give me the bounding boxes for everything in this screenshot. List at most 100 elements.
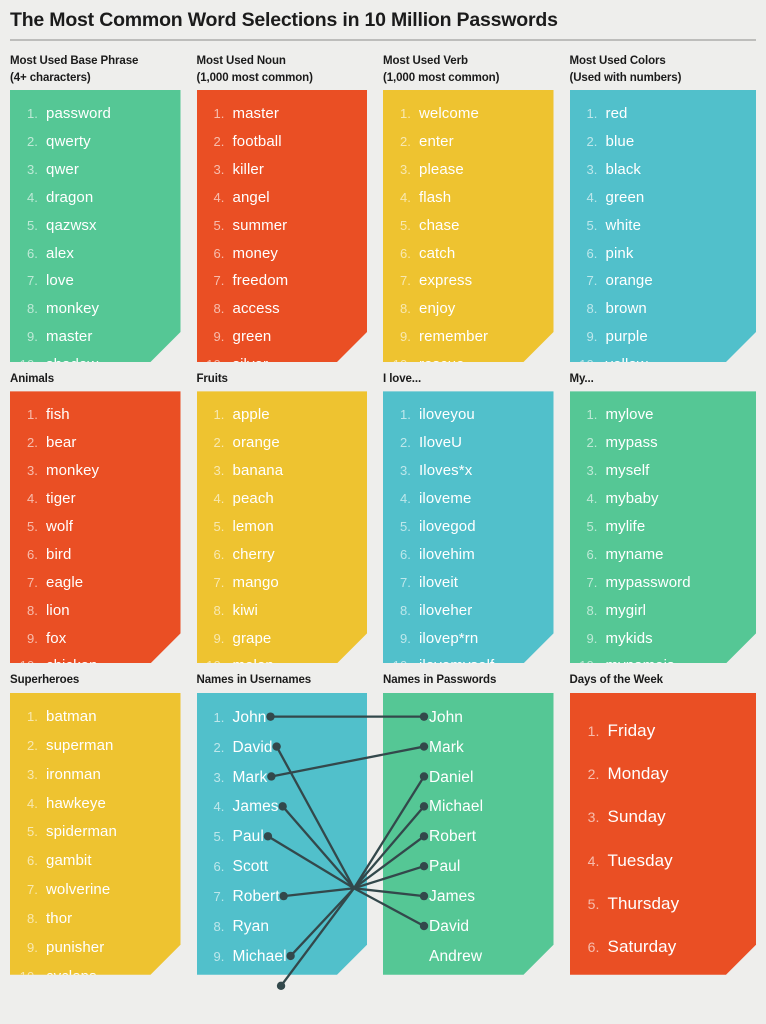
item-label: enjoy (419, 300, 456, 318)
page-title: The Most Common Word Selections in 10 Mi… (10, 9, 558, 31)
list-item: 4. tiger (16, 485, 175, 513)
item-label: ilovegod (419, 517, 476, 535)
item-number: 2. (399, 133, 411, 149)
item-label: ironman (46, 765, 101, 783)
list-item: 4. peach (203, 485, 362, 513)
list-item: 1. John (203, 703, 362, 733)
item-label: orange (232, 434, 280, 452)
item-number: 7. (399, 574, 411, 590)
item-label: John (429, 708, 464, 726)
list-item: 6. ilovehim (389, 541, 548, 569)
item-label: password (46, 105, 111, 123)
item-number: 6. (586, 245, 598, 261)
list-i-love: 1. iloveyou 2. IloveU 3. Iloves*x 4. iloveme… (389, 401, 548, 680)
card-heading-most-used-verb: Most Used Verb (1,000 most common) (383, 55, 500, 84)
item-label: alex (46, 244, 74, 262)
item-number: 4. (586, 491, 598, 507)
item-label: ilovehim (419, 545, 475, 563)
item-number: 10. (206, 978, 225, 994)
list-item: 2. mypass (576, 429, 751, 457)
item-label: Monday (607, 764, 669, 784)
item-number: 5. (586, 518, 598, 534)
card-heading-animals: Animals (10, 373, 55, 386)
item-label: Paul (429, 858, 461, 876)
list-item: 8. mygirl (576, 597, 751, 625)
item-label: iloveme (419, 490, 472, 508)
item-number: 4. (587, 852, 600, 869)
item-number: 2. (586, 133, 598, 149)
list-most-used-verb: 1. welcome 2. enter 3. please 4. flash 5. cha… (389, 100, 548, 379)
list-item: 8. brown (576, 295, 751, 323)
list-item: 3. Mark (203, 763, 362, 793)
item-label: qwer (46, 160, 79, 178)
item-label: welcome (419, 105, 479, 123)
card-i-love: 1. iloveyou 2. IloveU 3. Iloves*x 4. iloveme… (383, 391, 554, 663)
list-item: 2. qwerty (16, 128, 175, 156)
item-label: superman (46, 736, 114, 754)
list-item: 8. Ryan (203, 912, 362, 942)
list-item: 1. iloveyou (389, 401, 548, 429)
item-label: David (232, 738, 273, 756)
list-item: 5. lemon (203, 513, 362, 541)
item-number: 8. (26, 301, 38, 317)
list-item: 5. Thursday (576, 882, 751, 925)
list-item: 8. lion (16, 597, 175, 625)
item-label: dragon (46, 188, 94, 206)
item-label: IloveU (419, 434, 463, 452)
item-number: 4. (586, 189, 598, 205)
item-number: 4. (213, 491, 225, 507)
list-item: 5. white (576, 212, 751, 240)
item-number: 4. (213, 189, 225, 205)
list-item: 3. monkey (16, 457, 175, 485)
item-label: mygirl (605, 601, 647, 619)
item-number: 3. (26, 463, 38, 479)
item-label: orange (605, 272, 653, 290)
column-4: Days of the Week 1. Friday 2. Monday 3. Sun… (569, 672, 757, 974)
item-label: gambit (46, 852, 92, 870)
item-label: iloveher (419, 601, 473, 619)
card-names-in-passwords: John Mark Daniel Michael Robert Paul Jam… (383, 693, 554, 975)
item-number: 8. (26, 911, 38, 927)
item-label: myname (605, 545, 664, 563)
item-number: 9. (213, 948, 225, 964)
item-number: 3. (26, 766, 38, 782)
item-label: Sunday (607, 807, 666, 827)
card-heading-fruits: Fruits (196, 373, 228, 386)
item-number: 1. (213, 106, 225, 122)
card-superheroes: 1. batman 2. superman 3. ironman 4. hawkeye … (10, 693, 181, 975)
item-number: 5. (399, 217, 411, 233)
item-label: ilovep*rn (419, 629, 479, 647)
list-item: 1. master (203, 100, 362, 128)
item-number: 7. (587, 982, 600, 999)
item-number: 7. (586, 273, 598, 289)
item-label: Ryan (232, 918, 270, 936)
card-heading-i-love: I love... (383, 373, 422, 386)
item-label: football (232, 132, 282, 150)
item-label: punisher (46, 939, 105, 957)
item-label: green (232, 328, 272, 346)
list-item: 2. enter (389, 128, 548, 156)
item-number: 2. (587, 766, 600, 783)
list-item: 1. fish (16, 401, 175, 429)
item-number: 10. (19, 969, 38, 985)
card-most-used-colors: 1. red 2. blue 3. black 4. green 5. white 6. p… (570, 90, 757, 362)
card-heading-most-used-colors: Most Used Colors (Used with numbers) (569, 55, 682, 84)
item-label: Daniel (429, 768, 474, 786)
item-label: Robert (429, 828, 477, 846)
item-number: 6. (213, 859, 225, 875)
card-most-used-base-phrase: 1. password 2. qwerty 3. qwer 4. dragon 5. qa… (10, 90, 181, 362)
item-label: mybaby (605, 490, 659, 508)
list-item: 4. green (576, 184, 751, 212)
card-animals: 1. fish 2. bear 3. monkey 4. tiger 5. wolf 6.… (10, 391, 181, 663)
list-item: 6. Scott (203, 852, 362, 882)
list-names-in-usernames: 1. John 2. David 3. Mark 4. James 5. Paul 6. S… (203, 703, 362, 1002)
item-number: 7. (586, 574, 598, 590)
item-number: 4. (26, 491, 38, 507)
list-item: 2. blue (576, 128, 751, 156)
list-item: Mark (389, 733, 548, 763)
item-number: 4. (26, 795, 38, 811)
list-item: 3. black (576, 156, 751, 184)
list-item: 1. password (16, 100, 175, 128)
item-label: please (419, 160, 464, 178)
list-item: Thomas (389, 972, 548, 1002)
